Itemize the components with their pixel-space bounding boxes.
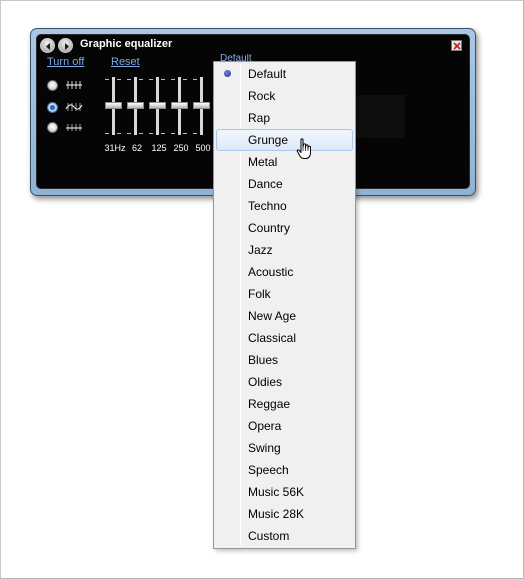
slider-thumb[interactable] xyxy=(105,102,122,109)
menu-item-classical[interactable]: Classical xyxy=(216,327,353,349)
band-label: 500 xyxy=(195,143,211,153)
menu-item-dance[interactable]: Dance xyxy=(216,173,353,195)
wave-curve-icon xyxy=(65,103,83,111)
menu-item-label: Swing xyxy=(248,441,281,455)
slider-thumb[interactable] xyxy=(171,102,188,109)
menu-item-label: Acoustic xyxy=(248,265,294,279)
menu-item-label: Reggae xyxy=(248,397,291,411)
forward-button[interactable] xyxy=(58,38,73,53)
menu-item-swing[interactable]: Swing xyxy=(216,437,353,459)
menu-item-label: Rap xyxy=(248,111,271,125)
menu-item-acoustic[interactable]: Acoustic xyxy=(216,261,353,283)
menu-item-label: Grunge xyxy=(248,133,289,147)
menu-item-speech[interactable]: Speech xyxy=(216,459,353,481)
close-icon xyxy=(453,42,461,50)
menu-item-opera[interactable]: Opera xyxy=(216,415,353,437)
slider-500[interactable] xyxy=(193,75,210,137)
back-arrow-icon xyxy=(46,43,50,50)
menu-item-label: Music 28K xyxy=(248,507,305,521)
menu-item-reggae[interactable]: Reggae xyxy=(216,393,353,415)
menu-item-rap[interactable]: Rap xyxy=(216,107,353,129)
menu-item-custom[interactable]: Custom xyxy=(216,525,353,547)
reset-link[interactable]: Reset xyxy=(111,56,140,68)
menu-item-grunge[interactable]: Grunge xyxy=(216,129,353,151)
close-button[interactable] xyxy=(451,40,462,51)
menu-item-blues[interactable]: Blues xyxy=(216,349,353,371)
mode-radio-3[interactable] xyxy=(47,122,58,133)
slider-125[interactable] xyxy=(149,75,166,137)
menu-item-label: Classical xyxy=(248,331,297,345)
mode-radio-2[interactable] xyxy=(47,102,58,113)
menu-item-label: Rock xyxy=(248,89,276,103)
slider-250[interactable] xyxy=(171,75,188,137)
menu-item-default[interactable]: Default xyxy=(216,63,353,85)
menu-item-label: Custom xyxy=(248,529,290,543)
menu-item-label: Dance xyxy=(248,177,283,191)
menu-item-country[interactable]: Country xyxy=(216,217,353,239)
band-label: 31Hz xyxy=(104,143,126,153)
hand-pointer-icon xyxy=(296,138,311,159)
menu-item-new-age[interactable]: New Age xyxy=(216,305,353,327)
band-label: 62 xyxy=(131,143,142,153)
menu-item-label: Metal xyxy=(248,155,278,169)
menu-item-folk[interactable]: Folk xyxy=(216,283,353,305)
window-title: Graphic equalizer xyxy=(80,38,173,50)
band-label: 125 xyxy=(151,143,167,153)
forward-arrow-icon xyxy=(65,43,69,50)
menu-item-label: Country xyxy=(248,221,291,235)
selected-bullet-icon xyxy=(224,70,231,77)
menu-item-label: New Age xyxy=(248,309,297,323)
back-button[interactable] xyxy=(40,38,55,53)
menu-item-label: Techno xyxy=(248,199,287,213)
slider-thumb[interactable] xyxy=(127,102,144,109)
preset-menu: Default Rock Rap Grunge Metal Dance Tech… xyxy=(213,61,356,549)
flat-low-curve-icon xyxy=(66,124,82,131)
slider-thumb[interactable] xyxy=(149,102,166,109)
slider-thumb[interactable] xyxy=(193,102,210,109)
menu-item-label: Folk xyxy=(248,287,271,301)
menu-item-jazz[interactable]: Jazz xyxy=(216,239,353,261)
band-sliders xyxy=(97,75,217,137)
slider-31hz[interactable] xyxy=(105,75,122,137)
menu-item-label: Default xyxy=(248,67,287,81)
menu-item-label: Oldies xyxy=(248,375,283,389)
menu-item-metal[interactable]: Metal xyxy=(216,151,353,173)
menu-item-label: Jazz xyxy=(248,243,273,257)
menu-item-music-28k[interactable]: Music 28K xyxy=(216,503,353,525)
menu-item-rock[interactable]: Rock xyxy=(216,85,353,107)
menu-item-label: Opera xyxy=(248,419,282,433)
menu-item-oldies[interactable]: Oldies xyxy=(216,371,353,393)
flat-curve-icon xyxy=(66,81,82,89)
menu-item-label: Speech xyxy=(248,463,289,477)
band-label: 250 xyxy=(173,143,189,153)
mode-radio-1[interactable] xyxy=(47,80,58,91)
menu-item-label: Music 56K xyxy=(248,485,305,499)
menu-item-label: Blues xyxy=(248,353,279,367)
turn-off-link[interactable]: Turn off xyxy=(47,56,84,68)
slider-62[interactable] xyxy=(127,75,144,137)
menu-item-music-56k[interactable]: Music 56K xyxy=(216,481,353,503)
menu-item-techno[interactable]: Techno xyxy=(216,195,353,217)
